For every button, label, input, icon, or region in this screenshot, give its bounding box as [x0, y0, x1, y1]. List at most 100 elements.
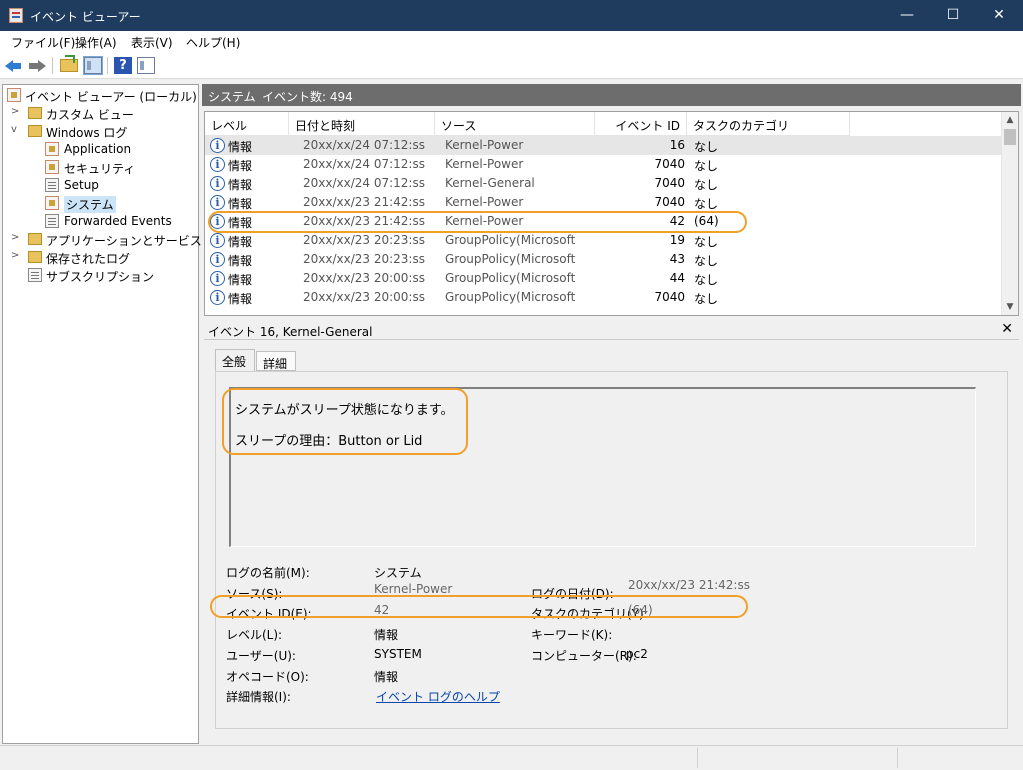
- tree-label: Forwarded Events: [64, 214, 172, 228]
- column-header-date[interactable]: 日付と時刻: [289, 112, 435, 136]
- scroll-thumb[interactable]: [1004, 129, 1016, 145]
- menu-view[interactable]: 表示(V): [131, 34, 173, 51]
- minimize-button[interactable]: —: [884, 0, 930, 31]
- tree-item-custom-views[interactable]: > カスタム ビュー: [7, 104, 197, 122]
- log-header: システム イベント数: 494: [202, 84, 1021, 106]
- event-date: 20xx/xx/23 20:00:ss: [303, 290, 425, 304]
- event-task: なし: [694, 273, 719, 287]
- event-task: なし: [694, 197, 719, 211]
- event-id: 7040: [654, 157, 685, 171]
- value-log-name: システム: [374, 566, 422, 580]
- toolbar: ?: [0, 52, 1023, 79]
- column-header-source[interactable]: ソース: [435, 112, 595, 136]
- column-header-task[interactable]: タスクのカテゴリ: [687, 112, 850, 136]
- event-task: なし: [694, 292, 719, 306]
- up-folder-icon[interactable]: [60, 55, 78, 72]
- event-id: 7040: [654, 195, 685, 209]
- event-row[interactable]: i 情報 20xx/xx/24 07:12:ss Kernel-General 7040…: [205, 174, 1005, 193]
- value-opcode: 情報: [374, 670, 399, 684]
- value-level: 情報: [374, 628, 399, 642]
- status-segment: [897, 748, 1023, 768]
- tree-label: カスタム ビュー: [46, 108, 134, 122]
- event-source: GroupPolicy(Microsoft: [445, 271, 576, 285]
- help-icon[interactable]: ?: [114, 57, 132, 74]
- event-source: GroupPolicy(Microsoft: [445, 290, 576, 304]
- menu-file[interactable]: ファイル(F): [11, 34, 75, 51]
- log-title: システム: [208, 90, 256, 104]
- show-pane-icon[interactable]: [83, 56, 103, 75]
- event-row[interactable]: i 情報 20xx/xx/23 20:23:ss GroupPolicy(Micros…: [205, 231, 1005, 250]
- properties-icon[interactable]: [137, 57, 155, 74]
- info-icon: i: [210, 138, 225, 153]
- event-row[interactable]: i 情報 20xx/xx/24 07:12:ss Kernel-Power 7040 なし: [205, 155, 1005, 174]
- chevron-right-icon[interactable]: >: [11, 232, 21, 243]
- tree-label: セキュリティ: [64, 162, 136, 176]
- event-level: 情報: [228, 235, 253, 249]
- event-task: なし: [694, 254, 719, 268]
- label-level: レベル(L):: [226, 628, 283, 642]
- event-row[interactable]: i 情報 20xx/xx/23 20:00:ss GroupPolicy(Micros…: [205, 269, 1005, 288]
- event-detail-title: イベント 16, Kernel-General: [208, 325, 373, 339]
- event-id: 7040: [654, 290, 685, 304]
- tree-item-application[interactable]: Application: [45, 140, 195, 158]
- event-date: 20xx/xx/23 21:42:ss: [303, 195, 425, 209]
- tree-item-apps-services[interactable]: > アプリケーションとサービス ログ: [7, 230, 230, 248]
- event-row[interactable]: i 情報 20xx/xx/23 20:00:ss GroupPolicy(Micros…: [205, 288, 1005, 307]
- event-log-help-link[interactable]: イベント ログのヘルプ: [376, 688, 500, 705]
- label-log-name: ログの名前(M):: [226, 566, 310, 580]
- event-level: 情報: [228, 178, 253, 192]
- column-header-event-id[interactable]: イベント ID: [595, 112, 687, 136]
- tree-item-security[interactable]: セキュリティ: [45, 158, 195, 176]
- event-viewer-icon: [9, 8, 23, 23]
- label-opcode: オペコード(O):: [226, 670, 309, 684]
- status-bar: [0, 745, 1023, 770]
- value-logged: 20xx/xx/23 21:42:ss: [628, 578, 750, 592]
- tree-item-windows-logs[interactable]: v Windows ログ: [7, 122, 197, 140]
- tree-item-system[interactable]: システム: [45, 194, 195, 213]
- status-segment: [697, 748, 897, 768]
- column-header-level[interactable]: レベル: [205, 112, 289, 136]
- event-id: 44: [669, 271, 685, 285]
- event-date: 20xx/xx/23 20:23:ss: [303, 252, 425, 266]
- menu-action[interactable]: 操作(A): [75, 34, 117, 51]
- chevron-right-icon[interactable]: >: [11, 106, 21, 117]
- tree-label: Windows ログ: [46, 126, 128, 140]
- toolbar-separator: [52, 57, 53, 74]
- forward-icon[interactable]: [28, 57, 46, 74]
- back-icon[interactable]: [5, 57, 23, 74]
- scroll-down-icon[interactable]: ▼: [1002, 299, 1018, 315]
- grid-scrollbar[interactable]: ▲ ▼: [1001, 112, 1018, 315]
- tree-item-forwarded-events[interactable]: Forwarded Events: [45, 212, 195, 230]
- tree-label: イベント ビューアー (ローカル): [25, 90, 197, 104]
- close-button[interactable]: ✕: [976, 0, 1022, 31]
- event-row[interactable]: i 情報 20xx/xx/24 07:12:ss Kernel-Power 16 なし: [205, 136, 1005, 155]
- tree-item-subscriptions[interactable]: サブスクリプション: [7, 266, 197, 284]
- tree-item-saved-logs[interactable]: > 保存されたログ: [7, 248, 197, 266]
- chevron-down-icon[interactable]: v: [11, 124, 21, 135]
- event-id: 7040: [654, 176, 685, 190]
- log-icon: [45, 142, 59, 156]
- event-row[interactable]: i 情報 20xx/xx/23 21:42:ss Kernel-Power 7040 なし: [205, 193, 1005, 212]
- info-icon: i: [210, 157, 225, 172]
- chevron-right-icon[interactable]: >: [11, 250, 21, 261]
- info-icon: i: [210, 195, 225, 210]
- tree-label: サブスクリプション: [46, 270, 155, 284]
- subscription-icon: [28, 268, 42, 282]
- event-detail-header: イベント 16, Kernel-General ✕: [204, 320, 1019, 340]
- tree-item-setup[interactable]: Setup: [45, 176, 195, 194]
- value-computer: pc2: [626, 647, 648, 661]
- menu-help[interactable]: ヘルプ(H): [186, 34, 240, 51]
- tab-details[interactable]: 詳細: [256, 351, 296, 371]
- event-task: なし: [694, 178, 719, 192]
- maximize-button[interactable]: ☐: [930, 0, 976, 31]
- close-detail-icon[interactable]: ✕: [1001, 321, 1013, 337]
- highlight-properties-annotation: [210, 595, 748, 618]
- event-date: 20xx/xx/24 07:12:ss: [303, 157, 425, 171]
- tab-general[interactable]: 全般: [215, 349, 255, 372]
- tree-item-root[interactable]: イベント ビューアー (ローカル): [7, 86, 197, 104]
- event-source: Kernel-Power: [445, 157, 524, 171]
- highlight-message-annotation: [222, 388, 468, 455]
- window-title: イベント ビューアー: [30, 10, 141, 24]
- scroll-up-icon[interactable]: ▲: [1002, 112, 1018, 128]
- event-row[interactable]: i 情報 20xx/xx/23 20:23:ss GroupPolicy(Micros…: [205, 250, 1005, 269]
